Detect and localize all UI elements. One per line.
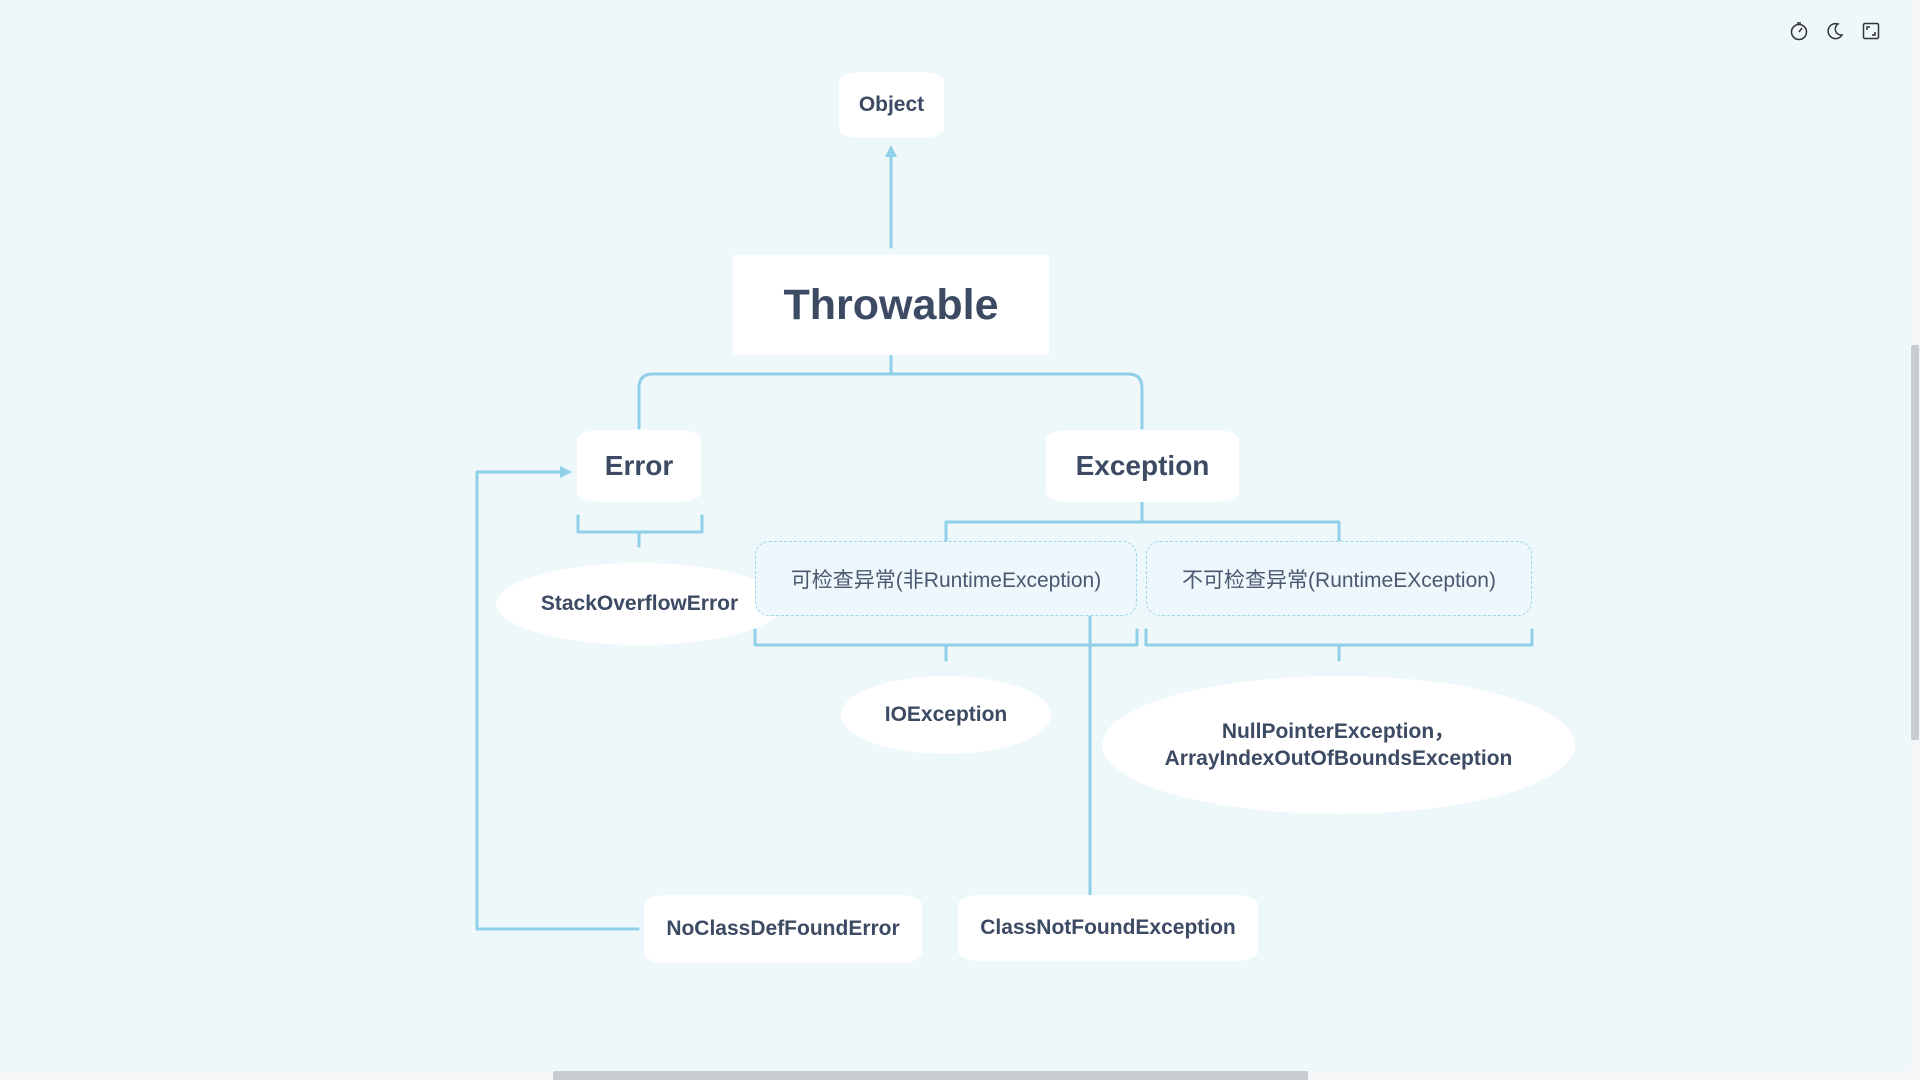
- arrowhead-object: [885, 145, 897, 157]
- node-stackoverflowerror[interactable]: StackOverflowError: [496, 563, 783, 645]
- node-error-label: Error: [604, 450, 674, 481]
- node-classnotfoundexception[interactable]: ClassNotFoundException: [958, 895, 1258, 961]
- dark-mode-icon[interactable]: [1824, 20, 1846, 42]
- node-throwable-label: Throwable: [783, 280, 999, 329]
- mindmap-canvas: Object Throwable Error Exception StackOv…: [0, 0, 1920, 1080]
- link-classnotfound-checked: [1078, 608, 1092, 899]
- vertical-scrollbar[interactable]: [1910, 0, 1920, 1080]
- node-unchecked-exception-label: 不可检查异常(RuntimeEXception): [1182, 568, 1496, 592]
- arrowhead-error: [560, 466, 572, 478]
- bracket-error: [576, 514, 704, 548]
- node-object-label: Object: [858, 93, 925, 116]
- node-runtime-examples-line1: NullPointerException，: [1221, 720, 1456, 743]
- node-stackoverflowerror-label: StackOverflowError: [540, 592, 739, 615]
- fullscreen-icon[interactable]: [1860, 20, 1882, 42]
- node-ioexception[interactable]: IOException: [841, 676, 1051, 754]
- view-toolbar: [1788, 20, 1882, 42]
- node-error[interactable]: Error: [577, 430, 701, 502]
- node-exception[interactable]: Exception: [1046, 430, 1239, 502]
- horizontal-scrollbar-thumb[interactable]: [553, 1071, 1308, 1080]
- timer-icon[interactable]: [1788, 20, 1810, 42]
- node-unchecked-exception[interactable]: 不可检查异常(RuntimeEXception): [1146, 541, 1532, 616]
- bracket-unchecked: [1144, 628, 1534, 662]
- branch-throwable-error: [637, 353, 893, 430]
- node-classnotfoundexception-label: ClassNotFoundException: [980, 916, 1236, 939]
- node-runtime-examples-line2: ArrayIndexOutOfBoundsException: [1164, 747, 1513, 770]
- node-noclassdeffounderror-label: NoClassDefFoundError: [666, 917, 900, 940]
- node-noclassdeffounderror[interactable]: NoClassDefFoundError: [644, 895, 922, 963]
- horizontal-scrollbar[interactable]: [0, 1070, 1910, 1080]
- bracket-checked: [753, 628, 1139, 662]
- node-object[interactable]: Object: [839, 72, 944, 138]
- node-checked-exception-label: 可检查异常(非RuntimeException): [790, 568, 1102, 592]
- node-ioexception-label: IOException: [884, 703, 1008, 726]
- vertical-scrollbar-thumb[interactable]: [1911, 345, 1919, 740]
- node-exception-label: Exception: [1075, 450, 1210, 481]
- branch-throwable-exception: [889, 372, 1144, 430]
- node-runtime-examples[interactable]: NullPointerException， ArrayIndexOutOfBou…: [1102, 676, 1575, 814]
- link-noclassdef-error: [475, 470, 640, 931]
- node-checked-exception[interactable]: 可检查异常(非RuntimeException): [755, 541, 1137, 616]
- node-throwable[interactable]: Throwable: [733, 255, 1049, 355]
